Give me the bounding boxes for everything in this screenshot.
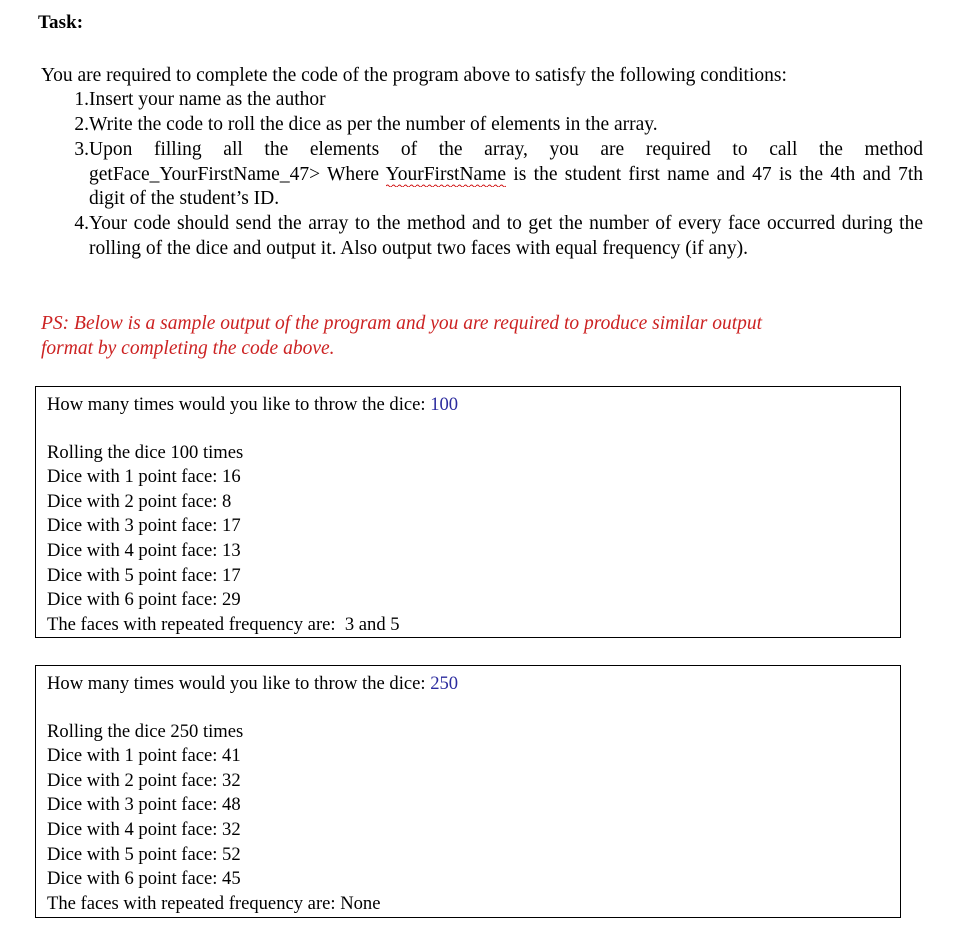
face-count-line: Dice with 3 point face: 48: [47, 794, 241, 816]
output-spacer: [36, 418, 900, 441]
task-requirements-list: 1. Insert your name as the author 2. Wri…: [41, 88, 923, 262]
face-count-line: Dice with 1 point face: 16: [47, 466, 241, 488]
rolling-line: Rolling the dice 100 times: [47, 441, 244, 463]
repeated-frequency-line: The faces with repeated frequency are: 3…: [47, 613, 400, 635]
face-count-line: Dice with 6 point face: 45: [47, 868, 241, 890]
list-item: 3. Upon filling all the elements of the …: [41, 138, 923, 212]
prompt-value: 100: [430, 394, 459, 415]
face-count-line: Dice with 5 point face: 52: [47, 843, 241, 865]
page-title: Task:: [38, 12, 84, 33]
face-count-line: Dice with 4 point face: 32: [47, 818, 241, 840]
rolling-line: Rolling the dice 250 times: [47, 720, 244, 742]
ps-note: PS: Below is a sample output of the prog…: [41, 311, 921, 361]
face-count-line: Dice with 2 point face: 32: [47, 769, 241, 791]
face-count-line: Dice with 4 point face: 13: [47, 539, 241, 561]
list-item-text: Write the code to roll the dice as per t…: [89, 114, 658, 136]
face-count-line: Dice with 6 point face: 29: [47, 589, 241, 611]
list-item-number: 4.: [74, 213, 89, 235]
ps-note-line-1: PS: Below is a sample output of the prog…: [41, 313, 763, 334]
sample-output-box: How many times would you like to throw t…: [35, 386, 901, 638]
face-count-line: Dice with 5 point face: 17: [47, 564, 241, 586]
prompt-line: How many times would you like to throw t…: [36, 672, 900, 697]
output-spacer: [36, 697, 900, 720]
list-item-text: Insert your name as the author: [89, 89, 326, 110]
sample-output-box: How many times would you like to throw t…: [35, 665, 901, 918]
repeated-frequency-line: The faces with repeated frequency are: N…: [47, 892, 381, 914]
face-count-line: Dice with 3 point face: 17: [47, 515, 241, 537]
spellcheck-misspelled-word: YourFirstName: [385, 163, 507, 187]
intro-paragraph: You are required to complete the code of…: [41, 65, 787, 86]
list-item: 4. Your code should send the array to th…: [41, 212, 923, 261]
prompt-value: 250: [430, 673, 459, 694]
list-item: 1. Insert your name as the author: [41, 88, 923, 113]
face-count-line: Dice with 1 point face: 41: [47, 745, 241, 767]
face-count-line: Dice with 2 point face: 8: [47, 490, 232, 512]
list-item-number: 2.: [74, 114, 89, 136]
list-item-text: Upon filling all the elements of the arr…: [89, 138, 923, 212]
list-item-text: Your code should send the array to the m…: [89, 213, 923, 260]
prompt-line: How many times would you like to throw t…: [36, 393, 900, 418]
list-item-number: 3.: [74, 139, 89, 161]
prompt-label: How many times would you like to throw t…: [47, 673, 431, 694]
ps-note-line-2: format by completing the code above.: [41, 338, 335, 359]
list-item-number: 1.: [74, 89, 89, 110]
prompt-label: How many times would you like to throw t…: [47, 394, 431, 415]
list-item: 2. Write the code to roll the dice as pe…: [41, 113, 923, 138]
document-page: Task: You are required to complete the c…: [0, 0, 966, 934]
